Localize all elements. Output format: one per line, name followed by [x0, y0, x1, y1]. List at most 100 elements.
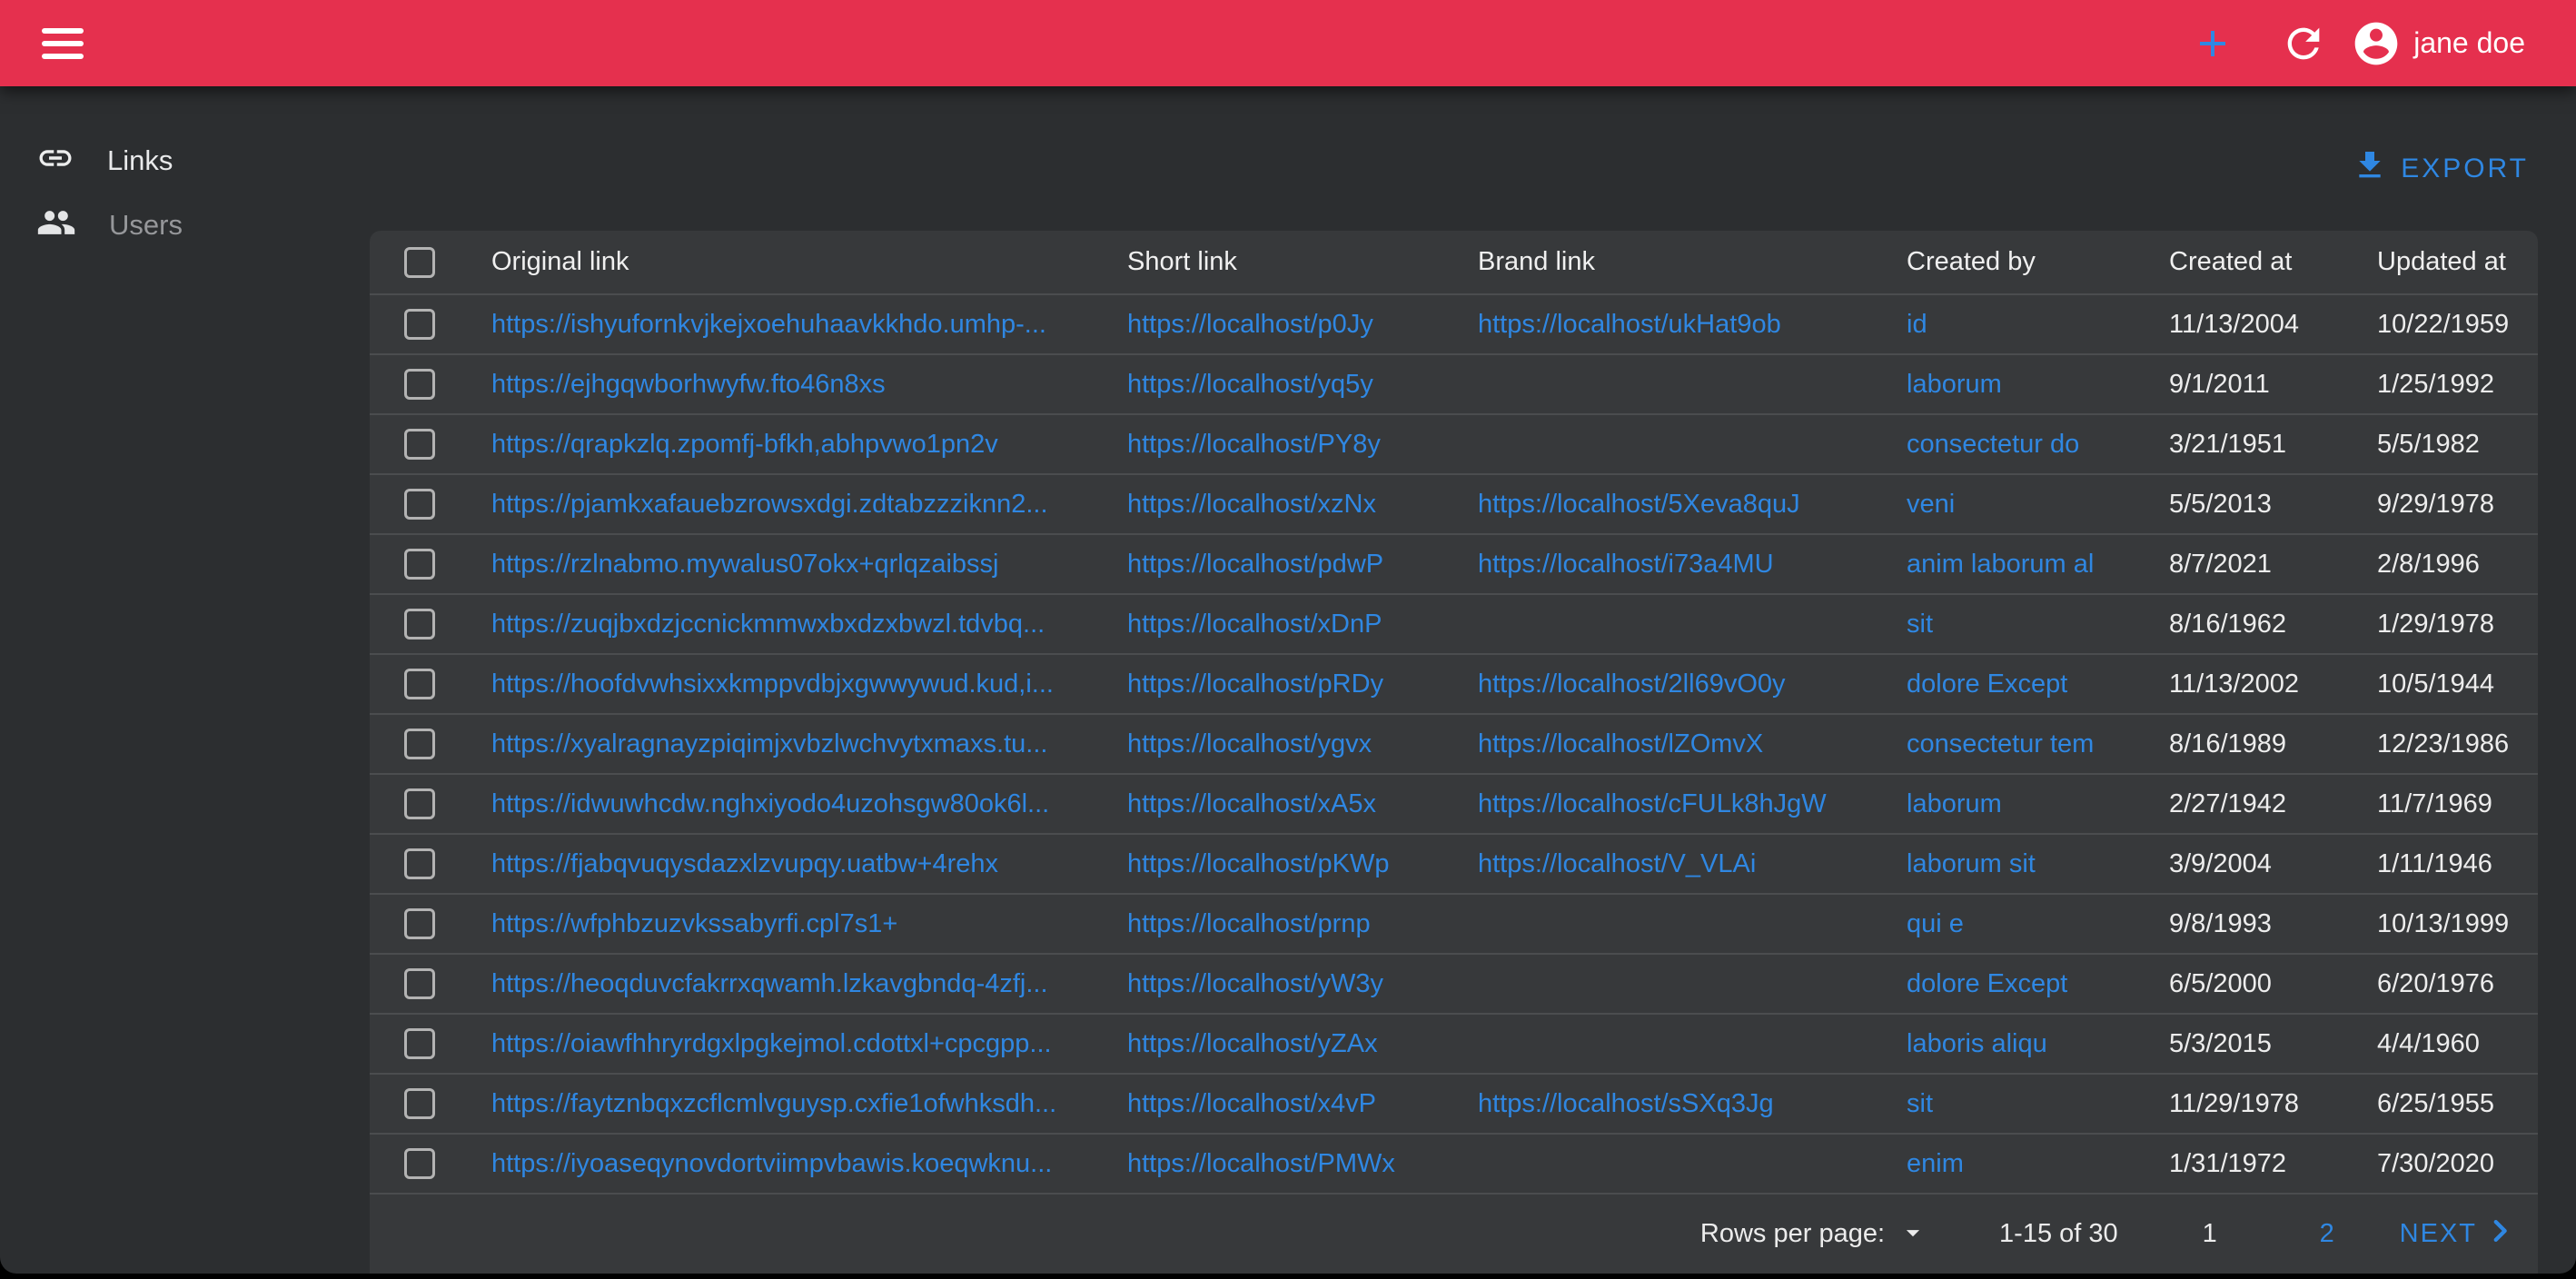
original-link[interactable]: https://idwuwhcdw.nghxiyodo4uzohsgw80ok6…	[491, 789, 1049, 819]
row-checkbox[interactable]	[404, 968, 435, 999]
brand-link[interactable]: https://localhost/cFULk8hJgW	[1478, 789, 1827, 819]
short-link[interactable]: https://localhost/pRDy	[1127, 669, 1383, 699]
created-by-link[interactable]: id	[1907, 310, 1927, 340]
original-link-cell: https://iyoaseqynovdortviimpvbawis.koeqw…	[491, 1149, 1127, 1179]
table-row: https://iyoaseqynovdortviimpvbawis.koeqw…	[370, 1135, 2538, 1195]
short-link[interactable]: https://localhost/yW3y	[1127, 969, 1383, 999]
account-menu[interactable]: jane doe	[2351, 18, 2525, 69]
created-by-link[interactable]: sit	[1907, 1089, 1933, 1119]
next-page-button[interactable]: NEXT	[2394, 1215, 2521, 1254]
created-by-link[interactable]: dolore Except	[1907, 969, 2067, 999]
row-checkbox[interactable]	[404, 489, 435, 520]
updated-at-value: 7/30/2020	[2377, 1149, 2538, 1179]
row-checkbox[interactable]	[404, 908, 435, 939]
brand-link[interactable]: https://localhost/V_VLAi	[1478, 849, 1756, 879]
brand-link-cell: https://localhost/cFULk8hJgW	[1478, 789, 1907, 819]
short-link[interactable]: https://localhost/yq5y	[1127, 370, 1373, 400]
original-link[interactable]: https://fjabqvuqysdazxlzvupqy.uatbw+4reh…	[491, 849, 998, 879]
created-by-link[interactable]: anim laborum al	[1907, 550, 2094, 580]
row-checkbox[interactable]	[404, 1028, 435, 1059]
row-checkbox[interactable]	[404, 549, 435, 580]
created-by-link[interactable]: laboris aliqu	[1907, 1029, 2047, 1059]
short-link[interactable]: https://localhost/prnp	[1127, 909, 1371, 939]
row-checkbox[interactable]	[404, 369, 435, 400]
created-by-link[interactable]: laborum	[1907, 789, 2002, 819]
short-link[interactable]: https://localhost/xDnP	[1127, 610, 1382, 640]
created-by-link[interactable]: laborum sit	[1907, 849, 2036, 879]
table-row: https://zuqjbxdzjccnickmmwxbxdzxbwzl.tdv…	[370, 595, 2538, 655]
created-by-link-cell: qui e	[1907, 909, 2169, 939]
sidebar-item-links[interactable]: Links	[0, 128, 370, 193]
short-link[interactable]: https://localhost/p0Jy	[1127, 310, 1373, 340]
brand-link[interactable]: https://localhost/5Xeva8quJ	[1478, 490, 1800, 520]
original-link[interactable]: https://heoqduvcfakrrxqwamh.lzkavgbndq-4…	[491, 969, 1048, 999]
created-by-link[interactable]: dolore Except	[1907, 669, 2067, 699]
created-by-link[interactable]: qui e	[1907, 909, 1964, 939]
row-checkbox-cell	[370, 1148, 491, 1179]
brand-link[interactable]: https://localhost/2ll69vO0y	[1478, 669, 1786, 699]
original-link[interactable]: https://oiawfhhryrdgxlpgkejmol.cdottxl+c…	[491, 1029, 1052, 1059]
row-checkbox[interactable]	[404, 609, 435, 640]
row-checkbox[interactable]	[404, 429, 435, 460]
menu-icon[interactable]	[42, 28, 84, 59]
original-link-cell: https://idwuwhcdw.nghxiyodo4uzohsgw80ok6…	[491, 789, 1127, 819]
page-button-2[interactable]: 2	[2305, 1211, 2349, 1258]
original-link[interactable]: https://rzlnabmo.mywalus07okx+qrlqzaibss…	[491, 550, 999, 580]
updated-at-value: 10/22/1959	[2377, 310, 2538, 340]
add-icon[interactable]	[2191, 22, 2234, 65]
table-row: https://rzlnabmo.mywalus07okx+qrlqzaibss…	[370, 535, 2538, 595]
row-checkbox[interactable]	[404, 1148, 435, 1179]
brand-link[interactable]: https://localhost/ukHat9ob	[1478, 310, 1781, 340]
row-checkbox[interactable]	[404, 309, 435, 340]
short-link-cell: https://localhost/yW3y	[1127, 969, 1478, 999]
short-link-cell: https://localhost/pKWp	[1127, 849, 1478, 879]
original-link[interactable]: https://xyalragnayzpiqimjxvbzlwchvytxmax…	[491, 729, 1047, 759]
refresh-icon[interactable]	[2280, 20, 2327, 67]
short-link-cell: https://localhost/xzNx	[1127, 490, 1478, 520]
short-link[interactable]: https://localhost/PY8y	[1127, 430, 1381, 460]
created-by-link[interactable]: veni	[1907, 490, 1955, 520]
created-by-link[interactable]: sit	[1907, 610, 1933, 640]
select-all-checkbox[interactable]	[404, 247, 435, 278]
people-icon	[36, 203, 76, 247]
original-link[interactable]: https://faytznbqxzcflcmlvguysp.cxfie1ofw…	[491, 1089, 1056, 1119]
original-link[interactable]: https://ishyufornkvjkejxoehuhaavkkhdo.um…	[491, 310, 1046, 340]
short-link[interactable]: https://localhost/xA5x	[1127, 789, 1376, 819]
original-link[interactable]: https://hoofdvwhsixxkmppvdbjxgwwywud.kud…	[491, 669, 1054, 699]
short-link[interactable]: https://localhost/pKWp	[1127, 849, 1390, 879]
original-link[interactable]: https://wfphbzuzvkssabyrfi.cpl7s1+	[491, 909, 897, 939]
column-header-created-at: Created at	[2169, 247, 2377, 277]
brand-link[interactable]: https://localhost/lZOmvX	[1478, 729, 1763, 759]
row-checkbox[interactable]	[404, 848, 435, 879]
original-link[interactable]: https://qrapkzlq.zpomfj-bfkh,abhpvwo1pn2…	[491, 430, 998, 460]
original-link[interactable]: https://ejhgqwborhwyfw.fto46n8xs	[491, 370, 886, 400]
original-link[interactable]: https://pjamkxafauebzrowsxdgi.zdtabzzzik…	[491, 490, 1048, 520]
short-link[interactable]: https://localhost/yZAx	[1127, 1029, 1378, 1059]
short-link[interactable]: https://localhost/x4vP	[1127, 1089, 1376, 1119]
row-checkbox[interactable]	[404, 669, 435, 699]
page-button-1[interactable]: 1	[2188, 1211, 2232, 1258]
rows-per-page-select[interactable]	[1897, 1217, 1928, 1251]
created-by-link[interactable]: laborum	[1907, 370, 2002, 400]
rows-per-page-label: Rows per page:	[1700, 1219, 1885, 1249]
original-link[interactable]: https://iyoaseqynovdortviimpvbawis.koeqw…	[491, 1149, 1052, 1179]
table-row: https://heoqduvcfakrrxqwamh.lzkavgbndq-4…	[370, 955, 2538, 1015]
original-link-cell: https://rzlnabmo.mywalus07okx+qrlqzaibss…	[491, 550, 1127, 580]
export-button[interactable]: EXPORT	[2346, 145, 2534, 193]
created-by-link[interactable]: enim	[1907, 1149, 1964, 1179]
short-link[interactable]: https://localhost/pdwP	[1127, 550, 1383, 580]
row-checkbox[interactable]	[404, 788, 435, 819]
updated-at-value: 1/11/1946	[2377, 849, 2538, 879]
brand-link[interactable]: https://localhost/sSXq3Jg	[1478, 1089, 1774, 1119]
row-checkbox[interactable]	[404, 1088, 435, 1119]
created-by-link[interactable]: consectetur do	[1907, 430, 2079, 460]
short-link[interactable]: https://localhost/xzNx	[1127, 490, 1376, 520]
short-link-cell: https://localhost/xA5x	[1127, 789, 1478, 819]
short-link[interactable]: https://localhost/PMWx	[1127, 1149, 1395, 1179]
created-by-link[interactable]: consectetur tem	[1907, 729, 2094, 759]
original-link[interactable]: https://zuqjbxdzjccnickmmwxbxdzxbwzl.tdv…	[491, 610, 1045, 640]
short-link[interactable]: https://localhost/ygvx	[1127, 729, 1372, 759]
row-checkbox[interactable]	[404, 729, 435, 759]
brand-link[interactable]: https://localhost/i73a4MU	[1478, 550, 1774, 580]
sidebar-item-users[interactable]: Users	[0, 193, 370, 257]
